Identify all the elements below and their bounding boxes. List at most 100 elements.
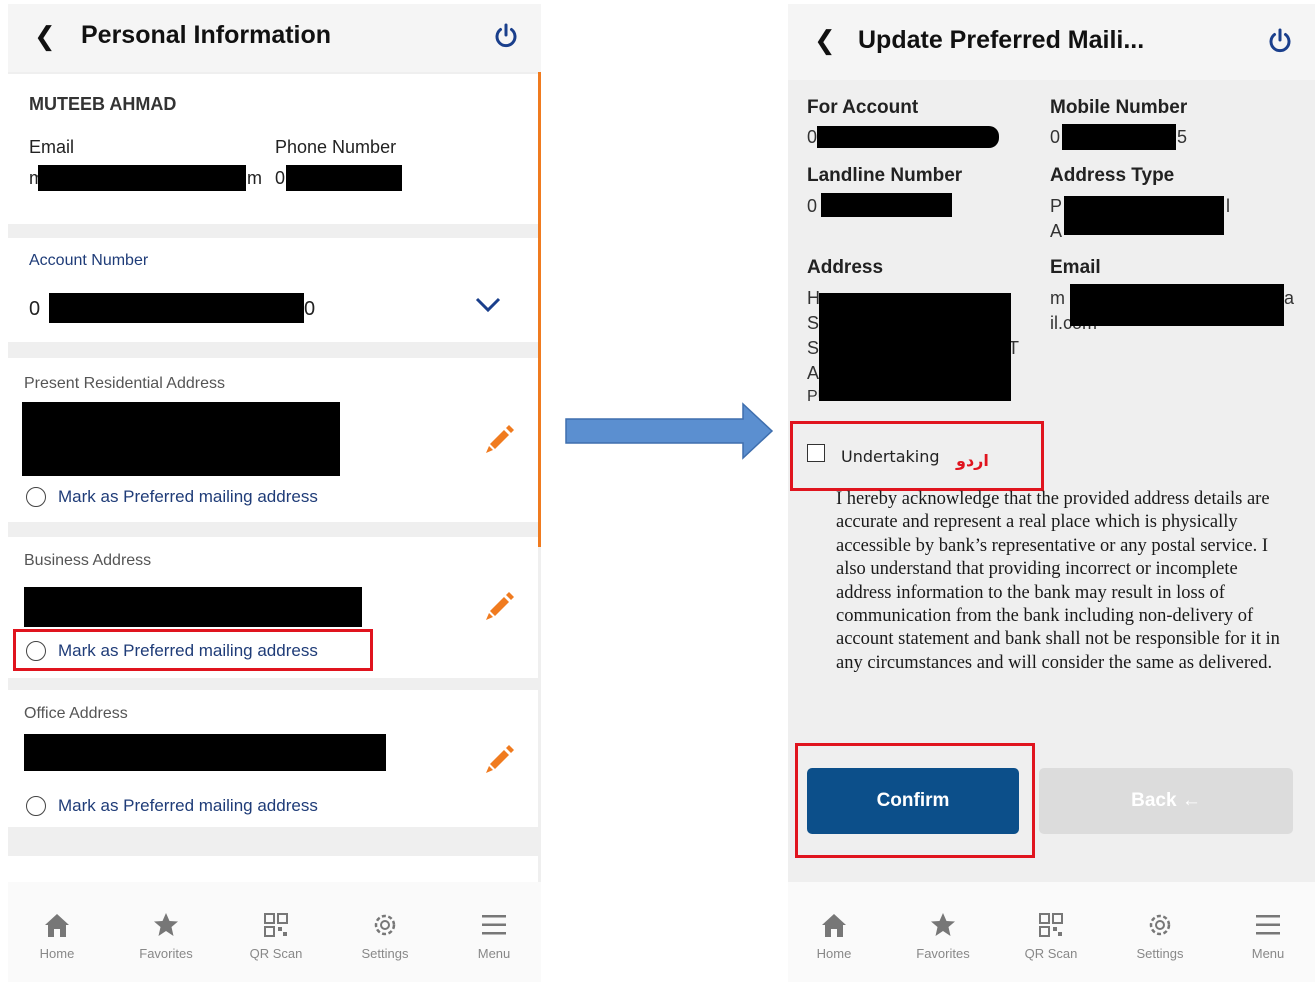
qr-icon (264, 913, 288, 937)
edit-pencil-icon[interactable] (482, 742, 516, 776)
nav-home[interactable]: Home (789, 910, 879, 961)
redacted-office-address (24, 734, 386, 771)
address-line-3: S (807, 338, 820, 358)
nav-qr-label: QR Scan (1024, 946, 1078, 961)
page-title: Personal Information (81, 21, 332, 49)
email-line1-end: a (1284, 288, 1295, 308)
nav-menu[interactable]: Menu (449, 910, 539, 961)
home-icon (822, 914, 846, 937)
back-arrow-icon[interactable]: ❮ (34, 22, 56, 52)
header-bar: ❮ Update Preferred Maili... (788, 4, 1315, 80)
profile-card: MUTEEB AHMAD Email Phone Number m m 0 (8, 74, 538, 224)
address-line-2: S (807, 313, 820, 333)
page-title: Update Preferred Maili... (858, 26, 1145, 54)
scroll-accent (538, 72, 541, 547)
office-address-label: Office Address (24, 705, 128, 722)
nav-favorites[interactable]: Favorites (898, 910, 988, 961)
address-type-line2: A (1050, 221, 1063, 241)
nav-menu-label: Menu (1251, 946, 1285, 961)
home-icon (45, 914, 69, 937)
phone-value-start: 0 (275, 168, 286, 188)
gear-icon (1149, 914, 1171, 936)
redacted-mobile (1062, 124, 1176, 150)
email-label: Email (29, 137, 75, 157)
address-line-4: A (807, 363, 820, 383)
nav-settings-label: Settings (361, 946, 409, 961)
undertaking-text: I hereby acknowledge that the provided a… (836, 489, 1280, 673)
qr-icon (1039, 913, 1063, 937)
redacted-business-address (24, 587, 362, 627)
landline-value: 0 (807, 196, 818, 216)
power-icon[interactable] (1266, 27, 1294, 55)
edit-pencil-icon[interactable] (482, 422, 516, 456)
account-value-end: 0 (304, 298, 316, 320)
redacted-address (819, 293, 1011, 401)
redacted-address-type (1064, 196, 1224, 235)
redacted-email (1070, 284, 1284, 326)
bottom-nav: Home Favorites QR Scan Settings Menu (788, 882, 1315, 982)
nav-qr-scan[interactable]: QR Scan (231, 910, 321, 961)
nav-favorites[interactable]: Favorites (121, 910, 211, 961)
edit-pencil-icon[interactable] (482, 589, 516, 623)
for-account-label: For Account (807, 97, 919, 118)
star-icon (154, 913, 178, 936)
nav-menu-label: Menu (477, 946, 511, 961)
highlight-box-business-preferred (13, 629, 373, 671)
power-icon[interactable] (492, 22, 520, 50)
update-preferred-mailing-screen: ❮ Update Preferred Maili... For Account … (788, 4, 1315, 982)
bottom-nav: Home Favorites QR Scan Settings Menu (8, 882, 541, 982)
office-preferred-label[interactable]: Mark as Preferred mailing address (58, 796, 318, 816)
nav-menu[interactable]: Menu (1223, 910, 1313, 961)
present-preferred-label[interactable]: Mark as Preferred mailing address (58, 487, 318, 507)
nav-qr-scan[interactable]: QR Scan (1006, 910, 1096, 961)
nav-settings[interactable]: Settings (1115, 910, 1205, 961)
nav-settings-label: Settings (1136, 946, 1184, 961)
chevron-down-icon[interactable] (474, 296, 502, 314)
address-label: Address (807, 257, 884, 278)
nav-favorites-label: Favorites (139, 946, 193, 961)
present-preferred-radio[interactable] (26, 487, 46, 507)
address-type-line1: P (1050, 196, 1063, 216)
redacted-present-address (22, 402, 340, 476)
mobile-number-label: Mobile Number (1050, 97, 1188, 118)
redacted-account (817, 126, 999, 148)
nav-home-label: Home (39, 946, 75, 961)
menu-icon (482, 915, 506, 935)
user-name: MUTEEB AHMAD (29, 94, 177, 114)
star-icon (931, 913, 955, 936)
present-address-card: Present Residential Address Mark as Pref… (8, 358, 538, 522)
email-label: Email (1050, 257, 1101, 278)
personal-information-screen: ❮ Personal Information MUTEEB AHMAD Emai… (8, 4, 541, 982)
mobile-value-end: 5 (1177, 127, 1188, 147)
back-button[interactable]: Back ← (1039, 768, 1293, 834)
header-bar: ❮ Personal Information (8, 4, 541, 72)
transition-arrow-icon (565, 402, 774, 460)
highlight-box-undertaking (790, 421, 1044, 491)
office-preferred-radio[interactable] (26, 796, 46, 816)
for-account-value: 0 (807, 127, 818, 147)
email-line1: m (1050, 288, 1065, 308)
back-arrow-icon[interactable]: ❮ (814, 26, 836, 56)
gear-icon (374, 914, 396, 936)
email-value-end: m (247, 168, 262, 188)
nav-home-label: Home (816, 946, 852, 961)
highlight-box-confirm (795, 743, 1035, 858)
nav-qr-label: QR Scan (249, 946, 303, 961)
nav-settings[interactable]: Settings (340, 910, 430, 961)
menu-icon (1256, 915, 1280, 935)
redacted-account (49, 293, 304, 323)
business-address-label: Business Address (24, 552, 152, 569)
redacted-phone (286, 165, 402, 191)
account-value-start: 0 (29, 298, 41, 320)
nav-home[interactable]: Home (12, 910, 102, 961)
nav-favorites-label: Favorites (916, 946, 970, 961)
address-type-label: Address Type (1050, 165, 1175, 186)
mobile-value-start: 0 (1050, 127, 1061, 147)
account-label: Account Number (29, 252, 149, 269)
office-address-card: Office Address PUNJAB PK Mark as Preferr… (8, 690, 538, 827)
present-address-label: Present Residential Address (24, 375, 225, 392)
phone-label: Phone Number (275, 137, 397, 157)
address-type-line1-end: l (1226, 196, 1230, 216)
landline-label: Landline Number (807, 165, 963, 186)
account-card[interactable]: Account Number 0 0 (8, 238, 538, 342)
